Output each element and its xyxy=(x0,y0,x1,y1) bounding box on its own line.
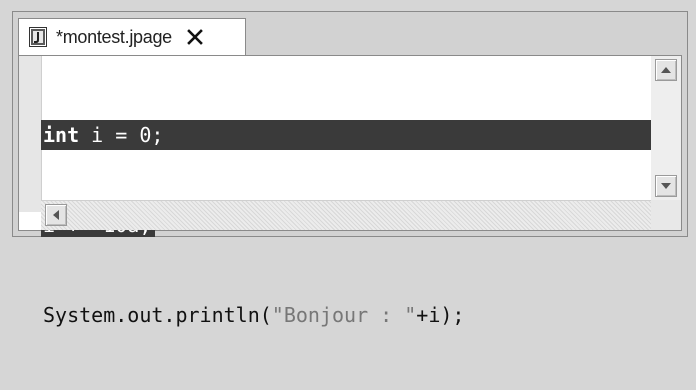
arrow-down-icon xyxy=(661,183,671,189)
code-line-1[interactable]: int i = 0; xyxy=(41,120,681,150)
close-icon[interactable] xyxy=(185,27,205,47)
code-line-3-suffix: +i); xyxy=(416,303,465,327)
editor-window: *montest.jpage int i = 0; i += 10a; Syst… xyxy=(12,11,688,327)
tab-montest-jpage[interactable]: *montest.jpage xyxy=(18,18,246,55)
scroll-left-button[interactable] xyxy=(45,204,67,226)
scroll-up-button[interactable] xyxy=(655,59,677,81)
scroll-down-button[interactable] xyxy=(655,175,677,197)
arrow-left-icon xyxy=(53,210,59,220)
code-editor[interactable]: int i = 0; i += 10a; System.out.println(… xyxy=(18,55,682,327)
code-line-3[interactable]: System.out.println("Bonjour : "+i); xyxy=(41,300,651,330)
editor-gutter xyxy=(19,56,42,212)
tab-strip: *montest.jpage xyxy=(13,12,687,55)
keyword-int: int xyxy=(43,123,80,147)
string-literal: "Bonjour : " xyxy=(271,303,417,327)
arrow-up-icon xyxy=(661,67,671,73)
scrollbar-corner xyxy=(651,200,681,230)
tab-title: *montest.jpage xyxy=(56,26,172,47)
horizontal-scrollbar[interactable] xyxy=(41,200,677,230)
code-line-3-prefix: System.out.println( xyxy=(43,303,272,327)
code-line-1-rest: i = 0; xyxy=(79,123,164,147)
java-file-icon xyxy=(29,27,47,47)
